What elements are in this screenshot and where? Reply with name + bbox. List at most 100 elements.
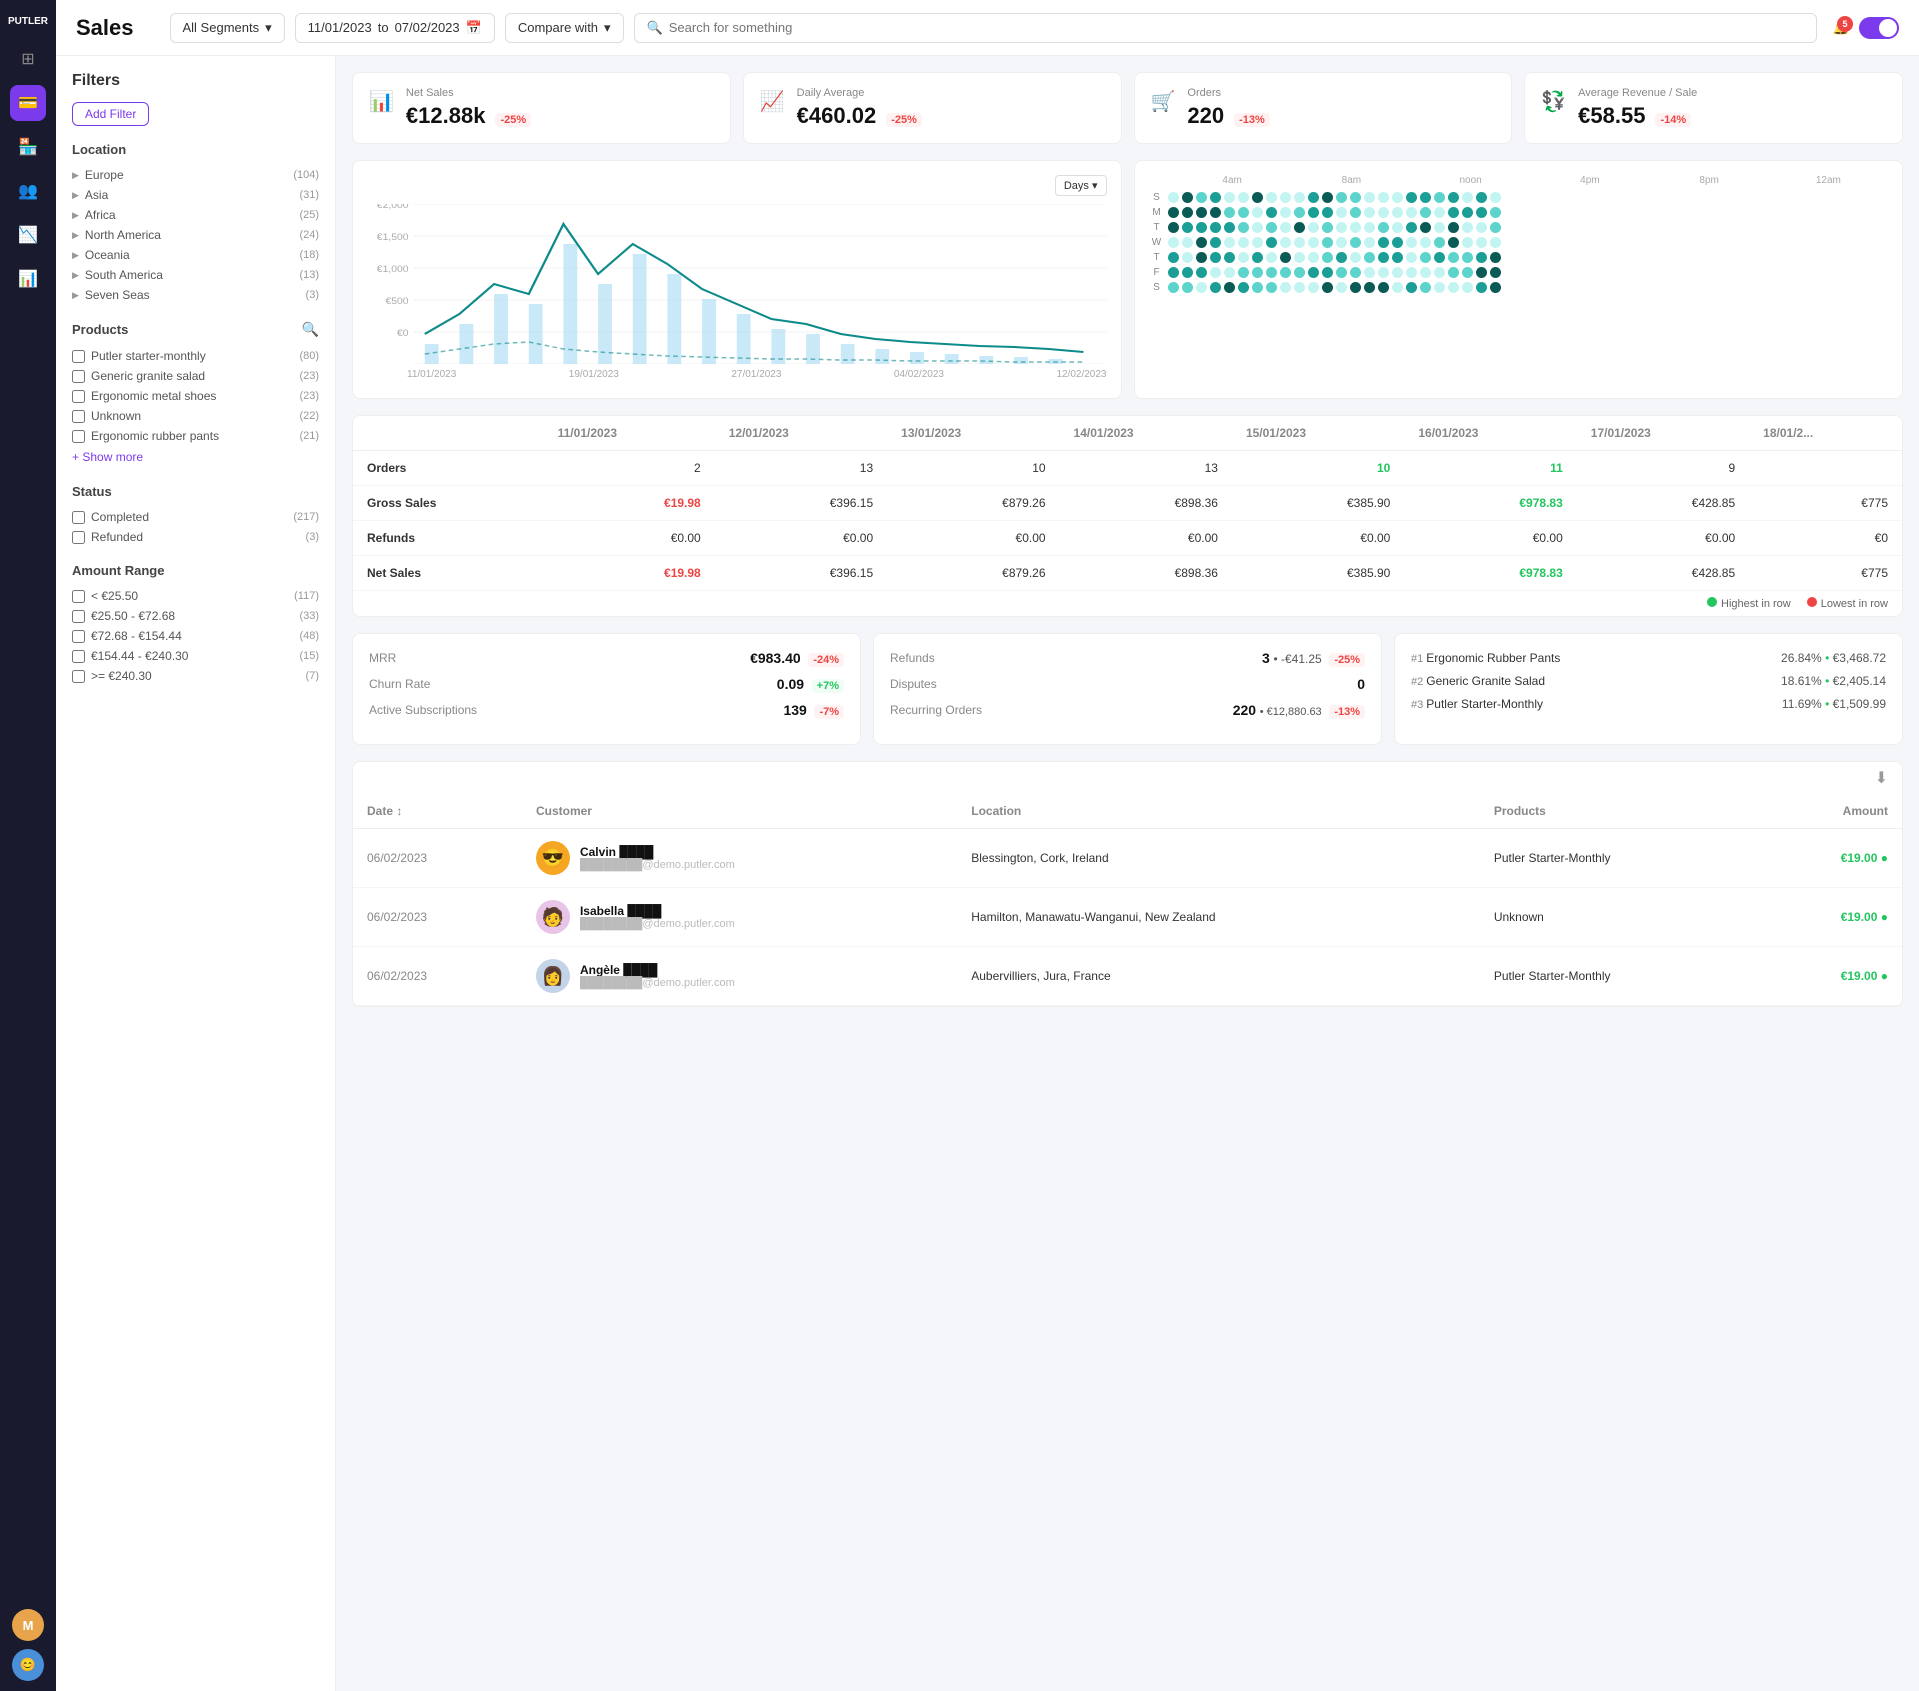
net-sales-change: -25%	[495, 113, 531, 127]
filter-count-asia: (31)	[299, 189, 319, 201]
txn-date-1: 06/02/2023	[353, 829, 522, 888]
location-filter-section: Location ▶Europe (104) ▶Asia (31) ▶Afric…	[72, 142, 319, 305]
kpi-orders: 🛒 Orders 220 -13%	[1134, 72, 1513, 144]
compare-with-selector[interactable]: Compare with ▾	[505, 13, 624, 43]
dot-chart-time-headers: 4am 8am noon 4pm 8pm 12am	[1149, 175, 1889, 186]
dot-cell	[1462, 282, 1473, 293]
dot-cell	[1322, 207, 1333, 218]
filter-item-north-america[interactable]: ▶North America (24)	[72, 225, 319, 245]
status-completed[interactable]: Completed (217)	[72, 507, 319, 527]
amount-item-4[interactable]: €154.44 - €240.30 (15)	[72, 646, 319, 666]
segment-selector[interactable]: All Segments ▾	[170, 13, 285, 43]
product-item-shoes[interactable]: Ergonomic metal shoes (23)	[72, 386, 319, 406]
product-item-pants[interactable]: Ergonomic rubber pants (21)	[72, 426, 319, 446]
amount-count-5: (7)	[306, 670, 319, 682]
amount-item-3[interactable]: €72.68 - €154.44 (48)	[72, 626, 319, 646]
days-selector[interactable]: Days ▾	[1055, 175, 1107, 196]
product-item-putler[interactable]: Putler starter-monthly (80)	[72, 346, 319, 366]
dot-cell	[1196, 267, 1207, 278]
amount-checkbox-3[interactable]	[72, 630, 85, 643]
product-checkbox-shoes[interactable]	[72, 390, 85, 403]
th-products-col: Products	[1480, 794, 1758, 829]
theme-toggle[interactable]	[1859, 17, 1899, 39]
dot-cell	[1462, 192, 1473, 203]
amount-checkbox-1[interactable]	[72, 590, 85, 603]
download-button[interactable]: ⬇	[353, 762, 1902, 794]
svg-text:€500: €500	[385, 297, 409, 307]
dot-cell	[1364, 222, 1375, 233]
status-checkbox-completed[interactable]	[72, 511, 85, 524]
calendar-icon: 📅	[466, 20, 482, 36]
status-checkbox-refunded[interactable]	[72, 531, 85, 544]
filter-item-seven-seas[interactable]: ▶Seven Seas (3)	[72, 285, 319, 305]
dot-cell	[1266, 267, 1277, 278]
filter-item-asia[interactable]: ▶Asia (31)	[72, 185, 319, 205]
svg-text:€0: €0	[397, 329, 409, 339]
dot-cell	[1308, 282, 1319, 293]
add-filter-button[interactable]: Add Filter	[72, 102, 149, 126]
product-checkbox-unknown[interactable]	[72, 410, 85, 423]
dot-cell	[1308, 222, 1319, 233]
amount-item-2[interactable]: €25.50 - €72.68 (33)	[72, 606, 319, 626]
stat-disputes-row: Disputes 0	[890, 676, 1365, 692]
sidebar-item-payments[interactable]: 💳	[10, 85, 46, 121]
dot-cell	[1406, 207, 1417, 218]
sidebar-item-reports[interactable]: 📊	[10, 261, 46, 297]
product-search-icon[interactable]: 🔍	[302, 321, 319, 338]
product-checkbox-pants[interactable]	[72, 430, 85, 443]
sidebar-avatar-m[interactable]: M	[12, 1609, 44, 1641]
product-checkbox-granite[interactable]	[72, 370, 85, 383]
dot-row-w-3: W	[1149, 237, 1889, 248]
gross-d5: €385.90	[1232, 486, 1404, 521]
sidebar-item-dashboard[interactable]: ⊞	[10, 41, 46, 77]
filter-item-south-america[interactable]: ▶South America (13)	[72, 265, 319, 285]
sidebar-item-customers[interactable]: 👥	[10, 173, 46, 209]
product-item-unknown[interactable]: Unknown (22)	[72, 406, 319, 426]
chevron-icon: ▶	[72, 190, 79, 201]
amount-label-4: €154.44 - €240.30	[91, 649, 188, 663]
show-more-products[interactable]: + Show more	[72, 446, 319, 468]
dot-cell	[1420, 267, 1431, 278]
header: Sales All Segments ▾ 11/01/2023 to 07/02…	[56, 0, 1919, 56]
date-range-picker[interactable]: 11/01/2023 to 07/02/2023 📅	[295, 13, 495, 43]
amount-checkbox-5[interactable]	[72, 670, 85, 683]
dot-cell	[1476, 207, 1487, 218]
search-input[interactable]	[669, 20, 1804, 35]
dot-cell	[1350, 267, 1361, 278]
amount-item-1[interactable]: < €25.50 (117)	[72, 586, 319, 606]
filter-item-africa[interactable]: ▶Africa (25)	[72, 205, 319, 225]
recurring-value: 220	[1233, 702, 1256, 718]
dot-cell	[1168, 237, 1179, 248]
amount-checkbox-2[interactable]	[72, 610, 85, 623]
dot-cell	[1196, 207, 1207, 218]
dot-cell	[1266, 192, 1277, 203]
dot-cell	[1182, 282, 1193, 293]
dot-cell	[1294, 207, 1305, 218]
top-product-2: #2 Generic Granite Salad 18.61% • €2,405…	[1411, 673, 1886, 688]
sidebar-item-analytics[interactable]: 📉	[10, 217, 46, 253]
sidebar-item-store[interactable]: 🏪	[10, 129, 46, 165]
transaction-row-1: 06/02/2023 😎 Calvin ████ ████████@demo.p…	[353, 829, 1902, 888]
filter-item-oceania[interactable]: ▶Oceania (18)	[72, 245, 319, 265]
refunds-d2: €0.00	[715, 521, 887, 556]
product-label-shoes: Ergonomic metal shoes	[91, 389, 216, 403]
dot-cell	[1392, 282, 1403, 293]
product-item-granite[interactable]: Generic granite salad (23)	[72, 366, 319, 386]
amount-checkbox-4[interactable]	[72, 650, 85, 663]
status-refunded[interactable]: Refunded (3)	[72, 527, 319, 547]
status-label-completed: Completed	[91, 510, 149, 524]
refunds-d4: €0.00	[1060, 521, 1232, 556]
amount-label-2: €25.50 - €72.68	[91, 609, 175, 623]
orders-change: -13%	[1234, 113, 1270, 127]
notification-bell[interactable]: 🔔 5	[1833, 20, 1849, 36]
filter-item-europe[interactable]: ▶Europe (104)	[72, 165, 319, 185]
dot-cell	[1280, 267, 1291, 278]
product-checkbox-putler[interactable]	[72, 350, 85, 363]
dot-cell	[1252, 267, 1263, 278]
dot-cell	[1196, 282, 1207, 293]
sidebar-avatar-user[interactable]: 😊	[12, 1649, 44, 1681]
dot-cell	[1406, 267, 1417, 278]
dot-cell	[1280, 237, 1291, 248]
amount-item-5[interactable]: >= €240.30 (7)	[72, 666, 319, 686]
orders-label: Orders	[1187, 87, 1495, 99]
